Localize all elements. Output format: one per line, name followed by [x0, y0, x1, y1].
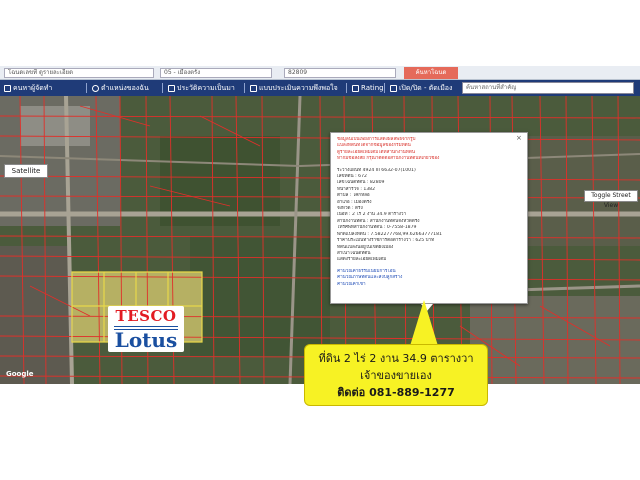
deed-number-field[interactable]: โฉนดเลขที่ ดูรายละเอียด	[4, 68, 154, 78]
nav-divider	[86, 83, 87, 93]
nav-bar: คนหาผู้จัดทำ ตำแหน่งของฉัน ประวัติความเป…	[0, 80, 640, 96]
map-imagery	[0, 96, 640, 384]
google-logo: Google	[6, 370, 34, 378]
district-select[interactable]: 05 - เมืองตรัง	[160, 68, 272, 78]
satellite-map[interactable]: Satellite Toggle Street View + − Google …	[0, 96, 640, 384]
toggle-icon	[390, 84, 397, 92]
nav-divider	[346, 83, 347, 93]
satellite-toggle[interactable]: Satellite	[4, 164, 48, 178]
nav-item-survey[interactable]: แบบประเมินความพึงพอใจ	[250, 80, 338, 96]
search-icon	[4, 84, 11, 92]
street-view-toggle[interactable]: Toggle Street View	[584, 190, 638, 209]
satellite-label: Satellite	[11, 167, 41, 175]
nav-divider	[384, 83, 385, 93]
location-icon	[92, 84, 99, 92]
popup-link[interactable]: คำนวณค่าเช่า	[337, 282, 521, 288]
nav-item-label: ประวัติความเป็นมา	[177, 84, 235, 92]
nav-item-label: ตำแหน่งของฉัน	[101, 84, 149, 92]
nav-item-search-staff[interactable]: คนหาผู้จัดทำ	[4, 80, 52, 96]
callout-area: ที่ดิน 2 ไร่ 2 งาน 34.9 ตารางวา	[318, 352, 474, 365]
nav-item-label: Rating	[361, 84, 384, 92]
nav-item-rating[interactable]: Rating	[352, 80, 384, 96]
chart-icon	[250, 84, 257, 92]
tesco-wordmark: TESCO	[115, 307, 177, 325]
search-deed-button[interactable]: ค้นหาโฉนด	[404, 67, 458, 79]
callout-owner: เจ้าของขายเอง	[360, 369, 432, 382]
tesco-lotus-logo: TESCO Lotus	[108, 306, 184, 352]
lotus-wordmark: Lotus	[114, 328, 178, 352]
nav-item-history[interactable]: ประวัติความเป็นมา	[168, 80, 235, 96]
close-icon[interactable]: ×	[516, 135, 523, 142]
nav-item-label: คนหาผู้จัดทำ	[13, 84, 53, 92]
nav-divider	[162, 83, 163, 93]
history-icon	[168, 84, 175, 92]
map-viewer-frame: โฉนดเลขที่ ดูรายละเอียด 05 - เมืองตรัง 8…	[0, 66, 640, 384]
nav-divider	[244, 83, 245, 93]
nav-item-toggle-city[interactable]: เปิด/ปิด - ตัดเมือง	[390, 80, 452, 96]
parcel-info-popup: × ข้อมูลนี้เป็นเพียงการแสดงผลลัพธ์จากรูป…	[330, 132, 528, 304]
nav-item-label: เปิด/ปิด - ตัดเมือง	[399, 84, 453, 92]
deed-search-bar: โฉนดเลขที่ ดูรายละเอียด 05 - เมืองตรัง 8…	[0, 66, 640, 80]
place-search-input[interactable]: ค้นหาสถานที่สำคัญ	[462, 82, 634, 94]
sale-callout: ที่ดิน 2 ไร่ 2 งาน 34.9 ตารางวา เจ้าของข…	[304, 344, 488, 406]
deed-id-input[interactable]: 82809	[284, 68, 396, 78]
callout-contact: ติดต่อ 081-889-1277	[337, 386, 455, 399]
nav-item-my-location[interactable]: ตำแหน่งของฉัน	[92, 80, 149, 96]
nav-item-label: แบบประเมินความพึงพอใจ	[259, 84, 338, 92]
callout-pointer	[410, 300, 438, 346]
star-icon	[352, 84, 359, 92]
